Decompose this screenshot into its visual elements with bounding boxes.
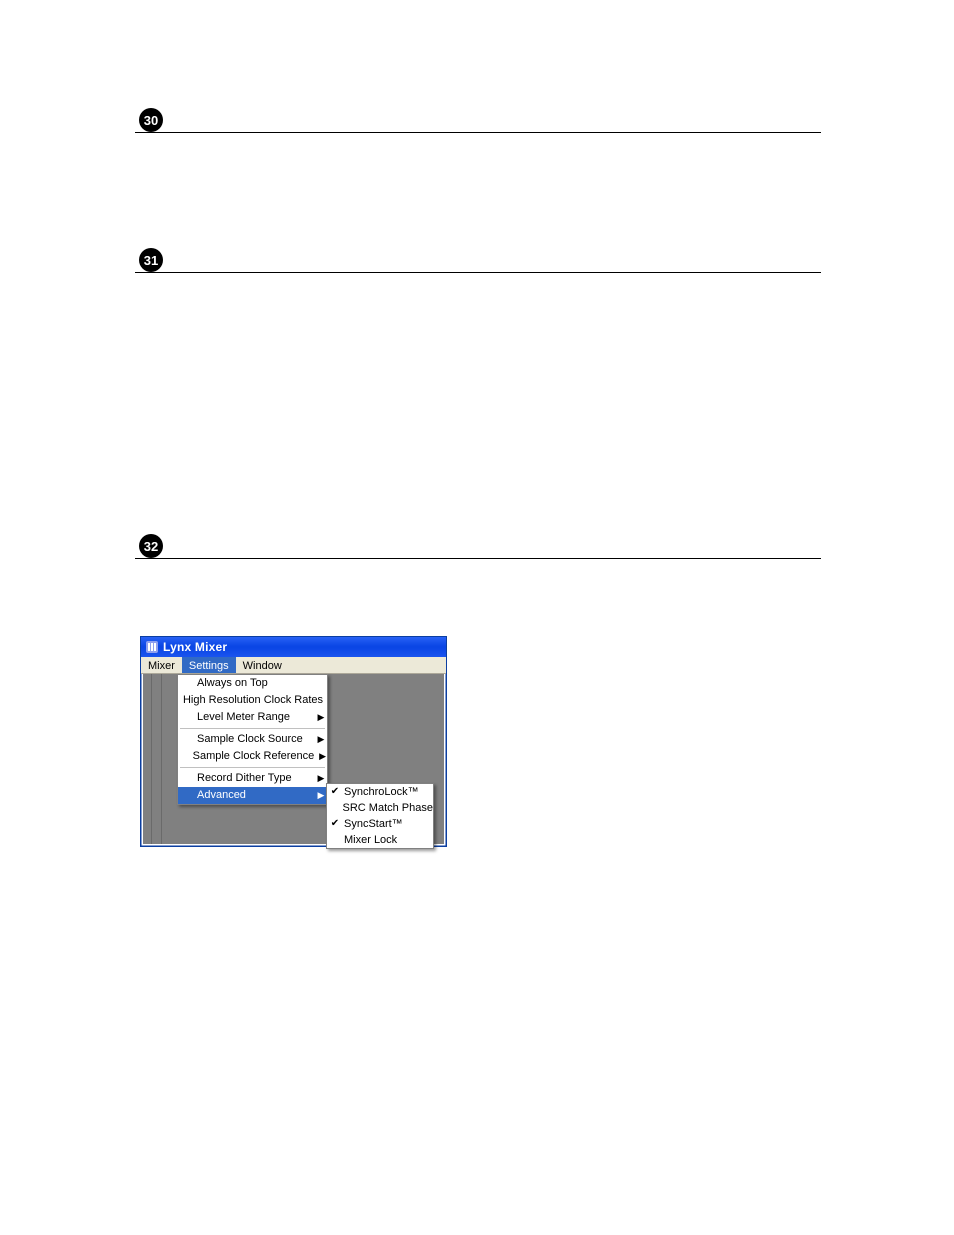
menu-item-label: Record Dither Type	[194, 770, 315, 787]
submenu-label: SynchroLock™	[343, 784, 433, 800]
submenu-arrow-icon: ▶	[318, 748, 327, 765]
check-icon: ✔	[327, 816, 343, 832]
submenu-src-match-phase[interactable]: SRC Match Phase	[327, 800, 433, 816]
menu-level-meter-range[interactable]: Level Meter Range ▶	[178, 709, 327, 726]
menu-advanced[interactable]: Advanced ▶	[178, 787, 327, 804]
submenu-mixer-lock[interactable]: Mixer Lock	[327, 832, 433, 848]
submenu-arrow-icon: ▶	[315, 731, 327, 748]
menu-item-label: Sample Clock Reference	[190, 748, 319, 765]
titlebar[interactable]: Lynx Mixer	[141, 637, 446, 657]
window-title: Lynx Mixer	[163, 640, 227, 654]
submenu-label: SRC Match Phase	[342, 800, 433, 816]
menubar: Mixer Settings Window	[141, 657, 446, 674]
menu-item-label: Level Meter Range	[194, 709, 315, 726]
menu-item-label: Advanced	[194, 787, 315, 804]
submenu-syncstart[interactable]: ✔ SyncStart™	[327, 816, 433, 832]
menu-item-label: Sample Clock Source	[194, 731, 315, 748]
bullet-32: 32	[139, 534, 163, 558]
menu-record-dither-type[interactable]: Record Dither Type ▶	[178, 770, 327, 787]
menu-item-label: High Resolution Clock Rates	[180, 692, 327, 709]
menu-mixer[interactable]: Mixer	[141, 657, 182, 673]
menu-item-label: Always on Top	[194, 675, 327, 692]
divider	[151, 674, 152, 844]
section-32: 32	[139, 534, 817, 558]
menu-separator	[180, 767, 325, 768]
advanced-submenu: ✔ SynchroLock™ SRC Match Phase ✔ SyncSta…	[326, 783, 434, 849]
app-window: Lynx Mixer Mixer Settings Window Always …	[140, 636, 447, 847]
menu-settings[interactable]: Settings	[182, 657, 236, 673]
menu-high-res-clock-rates[interactable]: High Resolution Clock Rates	[178, 692, 327, 709]
divider	[135, 558, 821, 559]
menu-window[interactable]: Window	[236, 657, 289, 673]
menu-sample-clock-source[interactable]: Sample Clock Source ▶	[178, 731, 327, 748]
section-30: 30	[139, 108, 817, 132]
submenu-label: Mixer Lock	[343, 832, 433, 848]
divider	[135, 132, 821, 133]
section-31: 31	[139, 248, 817, 272]
submenu-label: SyncStart™	[343, 816, 433, 832]
app-icon	[145, 640, 159, 654]
divider	[161, 674, 162, 844]
menu-always-on-top[interactable]: Always on Top	[178, 675, 327, 692]
divider	[135, 272, 821, 273]
bullet-31: 31	[139, 248, 163, 272]
submenu-arrow-icon: ▶	[315, 709, 327, 726]
settings-dropdown: Always on Top High Resolution Clock Rate…	[177, 674, 328, 805]
bullet-30: 30	[139, 108, 163, 132]
submenu-synchrolock[interactable]: ✔ SynchroLock™	[327, 784, 433, 800]
check-icon: ✔	[327, 784, 343, 800]
menu-separator	[180, 728, 325, 729]
menu-sample-clock-reference[interactable]: Sample Clock Reference ▶	[178, 748, 327, 765]
